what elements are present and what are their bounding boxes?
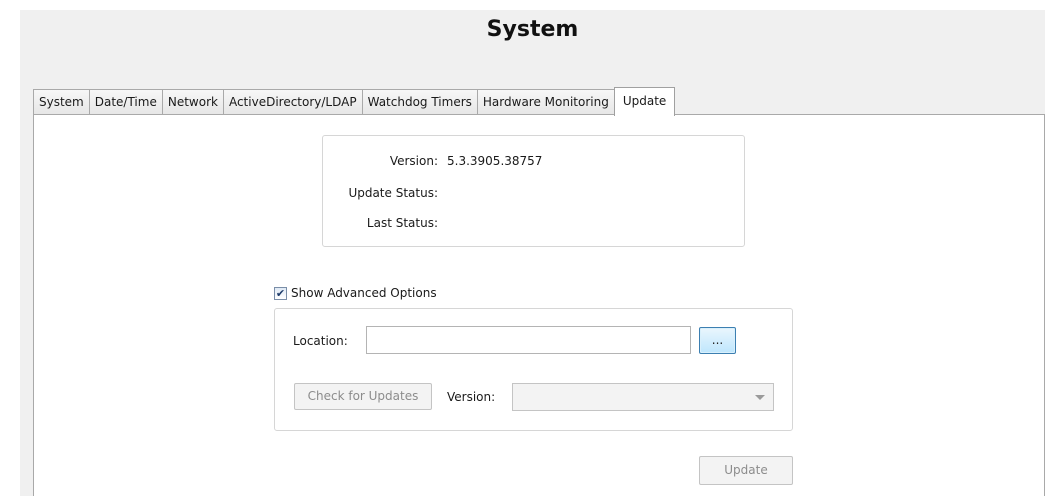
tab-date-time[interactable]: Date/Time bbox=[88, 89, 163, 115]
show-advanced-options-label: Show Advanced Options bbox=[291, 286, 437, 300]
version-row: Version: 5.3.3905.38757 bbox=[323, 153, 744, 169]
page-title: System bbox=[486, 17, 579, 42]
chevron-down-icon bbox=[755, 395, 765, 400]
update-status-row: Update Status: bbox=[323, 185, 744, 201]
tab-watchdog-timers[interactable]: Watchdog Timers bbox=[361, 89, 478, 115]
tab-system[interactable]: System bbox=[33, 89, 90, 115]
version-label: Version: bbox=[389, 154, 438, 168]
last-status-row: Last Status: bbox=[323, 215, 744, 231]
version-info-box: Version: 5.3.3905.38757 Update Status: L… bbox=[322, 135, 745, 247]
tab-bar: System Date/Time Network ActiveDirectory… bbox=[33, 86, 676, 116]
version-select-label: Version: bbox=[447, 390, 496, 404]
advanced-options-box: Location: ... Check for Updates Version: bbox=[274, 308, 793, 431]
tab-hardware-monitoring[interactable]: Hardware Monitoring bbox=[476, 89, 615, 115]
system-window: System System Date/Time Network ActiveDi… bbox=[20, 10, 1045, 496]
tab-network[interactable]: Network bbox=[161, 89, 224, 115]
check-icon[interactable]: ✔ bbox=[274, 286, 287, 300]
update-panel: Version: 5.3.3905.38757 Update Status: L… bbox=[33, 114, 1045, 496]
tab-update[interactable]: Update bbox=[613, 87, 676, 116]
check-for-updates-button[interactable]: Check for Updates bbox=[294, 383, 432, 410]
location-label: Location: bbox=[293, 334, 348, 348]
browse-button[interactable]: ... bbox=[699, 327, 736, 354]
location-input[interactable] bbox=[366, 326, 691, 354]
show-advanced-options-checkbox[interactable]: ✔ Show Advanced Options bbox=[274, 286, 437, 300]
version-value: 5.3.3905.38757 bbox=[447, 154, 543, 168]
update-status-label: Update Status: bbox=[348, 186, 438, 200]
version-select[interactable] bbox=[512, 383, 774, 411]
tab-activedirectory-ldap[interactable]: ActiveDirectory/LDAP bbox=[222, 89, 363, 115]
last-status-label: Last Status: bbox=[366, 216, 438, 230]
update-button[interactable]: Update bbox=[699, 456, 793, 485]
